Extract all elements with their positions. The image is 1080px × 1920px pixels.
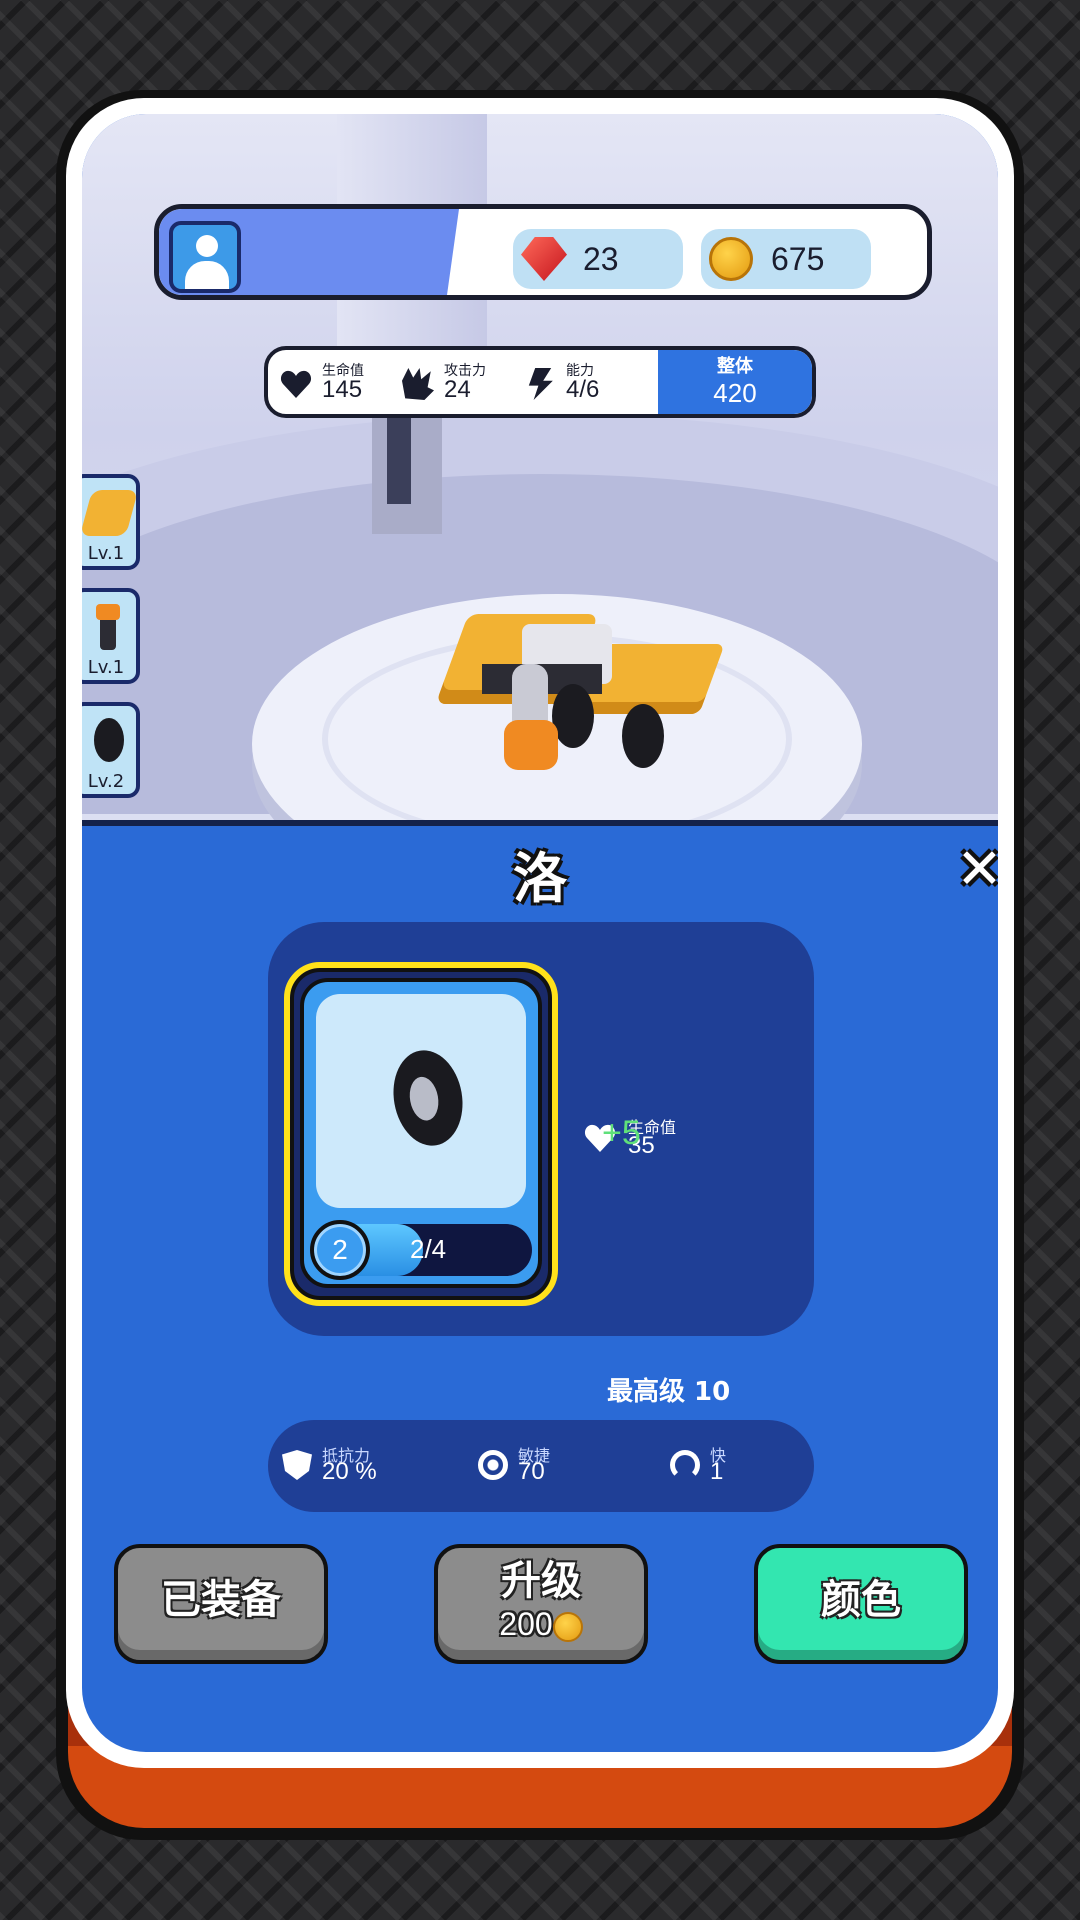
coin-count: 675 — [771, 241, 825, 277]
wheel-icon — [386, 1044, 470, 1152]
stat-ability: 能力 4/6 — [524, 356, 634, 412]
part-slot-wheel[interactable]: Lv.2 — [82, 702, 140, 798]
close-icon[interactable]: ✕ — [956, 842, 998, 898]
battle-car-model[interactable] — [412, 604, 732, 784]
part-detail-panel: 2 2/4 生命值 35 — [268, 922, 814, 1336]
part-progress-text: 2/4 — [410, 1234, 447, 1264]
steering-wheel-icon — [478, 1450, 508, 1480]
garage-scene: 23 675 生命值 145 攻击力 24 能力 4/6 整体 420 Lv.1… — [82, 114, 998, 820]
garage-pillar-slot — [387, 414, 411, 504]
attr-agility-value: 70 — [518, 1458, 545, 1485]
avatar-body — [185, 261, 229, 289]
hammer-icon — [96, 604, 120, 650]
gold-coin-icon — [552, 1611, 583, 1642]
car-stats-bar: 生命值 145 攻击力 24 能力 4/6 整体 420 — [264, 346, 816, 418]
color-button-label: 颜色 — [821, 1577, 901, 1623]
attr-speed: 快 1 — [670, 1442, 770, 1492]
part-card[interactable]: 2 2/4 — [284, 962, 558, 1306]
upgrade-button[interactable]: 升级 200 — [434, 1544, 648, 1664]
hammer-weapon-base — [504, 720, 558, 770]
stat-overall-value: 420 — [713, 378, 757, 408]
stat-hp: 生命值 145 — [280, 356, 390, 412]
heart-icon — [280, 368, 312, 400]
equipped-button[interactable]: 已装备 — [114, 1544, 328, 1664]
gem-counter[interactable]: 23 — [513, 229, 683, 289]
attr-resistance: 抵抗力 20 % — [282, 1442, 422, 1492]
wheel-icon — [94, 718, 124, 762]
gold-coin-icon — [709, 237, 753, 281]
part-slot-level: Lv.2 — [87, 771, 125, 792]
stat-hp-value: 145 — [322, 376, 363, 403]
speedometer-icon — [670, 1450, 700, 1480]
stat-attack-value: 24 — [444, 376, 471, 403]
hp-upgrade-bonus: +5 — [602, 1114, 641, 1152]
game-screen: 23 675 生命值 145 攻击力 24 能力 4/6 整体 420 Lv.1… — [82, 114, 998, 1752]
equipped-button-label: 已装备 — [161, 1577, 281, 1623]
part-preview — [316, 994, 526, 1208]
stat-attack: 攻击力 24 — [402, 356, 512, 412]
car-wheel — [552, 684, 594, 748]
part-slot-body[interactable]: Lv.1 — [82, 474, 140, 570]
part-progress-bar: 2 2/4 — [310, 1220, 532, 1280]
shield-icon — [282, 1450, 312, 1480]
attr-agility: 敏捷 70 — [478, 1442, 598, 1492]
part-level-badge: 2 — [310, 1220, 370, 1280]
color-button[interactable]: 颜色 — [754, 1544, 968, 1664]
part-slot-level: Lv.1 — [87, 543, 125, 564]
claw-icon — [402, 368, 434, 400]
max-level-text: 最高级 10 — [607, 1377, 731, 1407]
car-body-icon — [82, 490, 139, 536]
coin-counter[interactable]: 675 — [701, 229, 871, 289]
stat-ability-value: 4/6 — [566, 376, 600, 403]
lightning-bolt-icon — [528, 368, 553, 400]
top-resource-bar: 23 675 — [154, 204, 932, 300]
part-title: 洛 — [513, 847, 567, 910]
upgrade-cost: 200 — [438, 1606, 644, 1643]
stat-overall: 整体 420 — [658, 350, 812, 414]
scene-divider — [82, 820, 998, 826]
part-slot-weapon[interactable]: Lv.1 — [82, 588, 140, 684]
attr-resistance-value: 20 % — [322, 1458, 377, 1485]
car-wheel — [622, 704, 664, 768]
stat-overall-label: 整体 — [717, 356, 753, 377]
attr-speed-value: 1 — [710, 1458, 724, 1485]
part-card-inner: 2 2/4 — [300, 978, 542, 1288]
upgrade-button-label: 升级 — [501, 1558, 581, 1604]
upgrade-cost-value: 200 — [499, 1606, 553, 1642]
part-slot-level: Lv.1 — [87, 657, 125, 678]
ruby-gem-icon — [521, 237, 567, 281]
part-attributes-bar: 抵抗力 20 % 敏捷 70 快 1 — [268, 1420, 814, 1512]
gem-count: 23 — [583, 241, 619, 277]
avatar[interactable] — [169, 221, 241, 293]
avatar-head — [196, 235, 218, 257]
